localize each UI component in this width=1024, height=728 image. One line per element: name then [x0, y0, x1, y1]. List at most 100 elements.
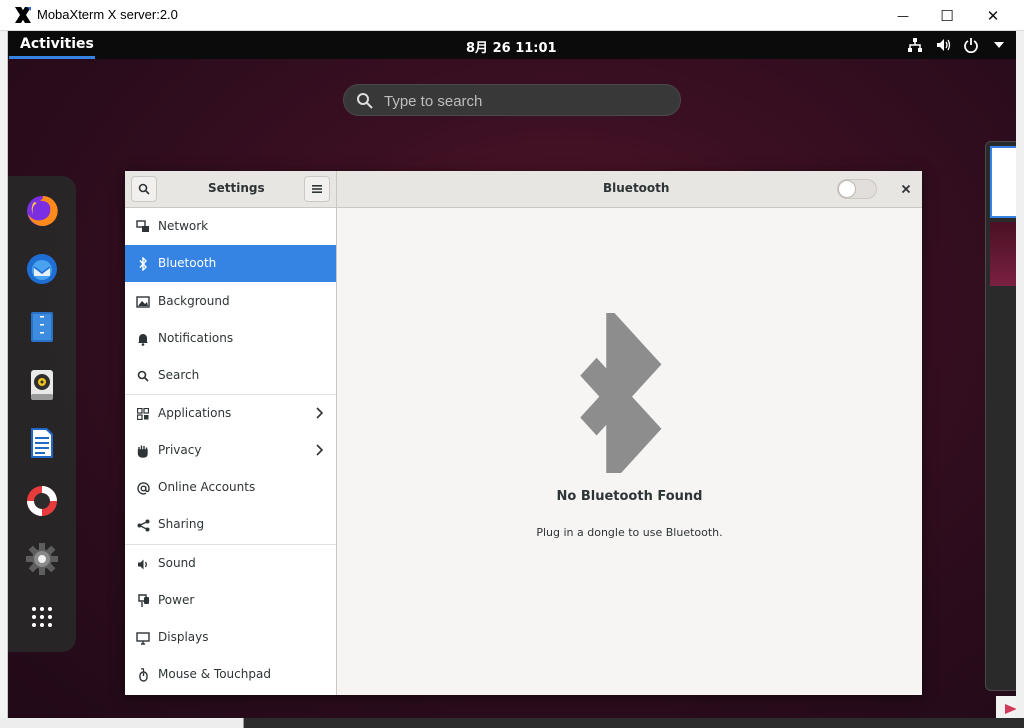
power-icon	[962, 36, 980, 54]
display-icon	[135, 630, 151, 646]
sidebar-item-sharing[interactable]: Sharing	[125, 506, 336, 543]
writer-icon	[31, 428, 53, 458]
sidebar-item-label: Applications	[158, 406, 232, 420]
firefox-icon	[27, 195, 58, 226]
hamburger-icon	[312, 185, 322, 193]
sidebar-item-label: Online Accounts	[158, 480, 256, 494]
settings-sidebar: Network Bluetooth Background Notificatio…	[125, 208, 337, 695]
maximize-icon: ☐	[940, 6, 954, 25]
sidebar-item-network[interactable]: Network	[125, 208, 336, 245]
share-icon	[135, 517, 151, 533]
speaker-icon	[135, 556, 151, 572]
sidebar-item-bluetooth[interactable]: Bluetooth	[125, 245, 336, 282]
dash-firefox[interactable]	[21, 190, 63, 232]
settings-headerbar-right: Bluetooth	[337, 171, 922, 208]
bluetooth-panel: No Bluetooth Found Plug in a dongle to u…	[337, 208, 922, 695]
network-wired-icon	[906, 36, 924, 54]
corner-flag-icon	[1005, 704, 1016, 714]
show-apps-icon	[32, 607, 52, 627]
chevron-right-icon	[316, 444, 324, 456]
minimize-button[interactable]: —	[880, 0, 926, 31]
dash-thunderbird[interactable]	[21, 248, 63, 290]
sidebar-item-applications[interactable]: Applications	[125, 395, 336, 432]
settings-headerbar-left: Settings	[125, 171, 337, 208]
hand-icon	[135, 443, 151, 459]
search-icon	[357, 93, 373, 109]
search-icon	[138, 183, 150, 195]
clock[interactable]: 8月 26 11:01	[466, 37, 557, 56]
close-icon	[901, 184, 911, 194]
dash	[8, 176, 76, 652]
background-icon	[135, 294, 151, 310]
sidebar-item-search[interactable]: Search	[125, 357, 336, 394]
empty-state-title: No Bluetooth Found	[556, 489, 703, 504]
chevron-right-icon	[316, 407, 324, 419]
workspace-wallpaper-preview	[990, 222, 1016, 286]
sidebar-item-background[interactable]: Background	[125, 283, 336, 320]
settings-close-button[interactable]	[897, 180, 915, 198]
search-icon	[135, 368, 151, 384]
system-tray[interactable]	[906, 36, 1008, 54]
overview-search[interactable]	[343, 84, 681, 116]
sidebar-item-label: Mouse & Touchpad	[158, 667, 271, 681]
minimize-icon: —	[897, 8, 909, 23]
mobaxterm-logo-icon	[15, 7, 31, 23]
activities-indicator	[9, 56, 95, 59]
settings-window: Settings Bluetooth Network Bluetooth Bac…	[125, 171, 922, 695]
apps-grid-icon	[135, 406, 151, 422]
network-icon	[135, 219, 151, 235]
volume-icon	[934, 36, 952, 54]
close-icon: ✕	[986, 6, 1000, 25]
sidebar-item-label: Network	[158, 219, 209, 233]
sidebar-item-label: Background	[158, 294, 230, 308]
workspace-thumbnail[interactable]	[985, 141, 1016, 691]
thunderbird-icon	[27, 254, 57, 284]
gnome-desktop: Activities 8月 26 11:01 Type to search Se…	[8, 31, 1016, 718]
help-icon	[27, 486, 57, 516]
sidebar-item-label: Displays	[158, 630, 209, 644]
activities-button[interactable]: Activities	[20, 36, 94, 52]
overview-search-input[interactable]	[384, 90, 664, 112]
files-icon	[31, 312, 53, 342]
sidebar-item-privacy[interactable]: Privacy	[125, 432, 336, 469]
sidebar-item-label: Sharing	[158, 517, 205, 531]
host-left-edge	[0, 31, 8, 728]
dash-settings[interactable]	[21, 538, 63, 580]
dash-writer[interactable]	[21, 422, 63, 464]
sidebar-item-displays[interactable]: Displays	[125, 619, 336, 656]
rhythmbox-icon	[31, 370, 53, 400]
close-window-button[interactable]: ✕	[970, 0, 1016, 31]
gnome-topbar: Activities 8月 26 11:01	[8, 31, 1016, 59]
panel-title: Bluetooth	[603, 181, 670, 195]
dash-rhythmbox[interactable]	[21, 364, 63, 406]
sidebar-item-power[interactable]: Power	[125, 582, 336, 619]
sidebar-item-label: Bluetooth	[158, 256, 217, 270]
sidebar-item-label: Privacy	[158, 443, 202, 457]
settings-search-button[interactable]	[131, 176, 157, 202]
settings-menu-button[interactable]	[304, 176, 330, 202]
dash-help[interactable]	[21, 480, 63, 522]
at-icon	[135, 480, 151, 496]
settings-icon	[26, 543, 58, 575]
power-plug-icon	[135, 593, 151, 609]
dash-files[interactable]	[21, 306, 63, 348]
dash-show-apps[interactable]	[21, 596, 63, 638]
window-title: MobaXterm X server:2.0	[37, 7, 178, 22]
sidebar-item-mouse-touchpad[interactable]: Mouse & Touchpad	[125, 656, 336, 693]
bluetooth-toggle[interactable]	[837, 179, 877, 199]
bluetooth-icon	[135, 256, 151, 272]
maximize-button[interactable]: ☐	[924, 0, 970, 31]
chevron-down-icon	[990, 36, 1008, 54]
corner-indicator	[996, 696, 1016, 718]
bell-icon	[135, 331, 151, 347]
sidebar-item-notifications[interactable]: Notifications	[125, 320, 336, 357]
sidebar-item-label: Notifications	[158, 331, 234, 345]
sidebar-item-online-accounts[interactable]: Online Accounts	[125, 469, 336, 506]
workspace-window-preview	[990, 146, 1016, 218]
host-taskbar-left	[0, 718, 244, 728]
toggle-knob	[838, 180, 856, 198]
mouse-icon	[135, 667, 151, 683]
sidebar-item-label: Power	[158, 593, 195, 607]
window-titlebar: MobaXterm X server:2.0 — ☐ ✕	[0, 0, 1024, 31]
sidebar-item-sound[interactable]: Sound	[125, 545, 336, 582]
